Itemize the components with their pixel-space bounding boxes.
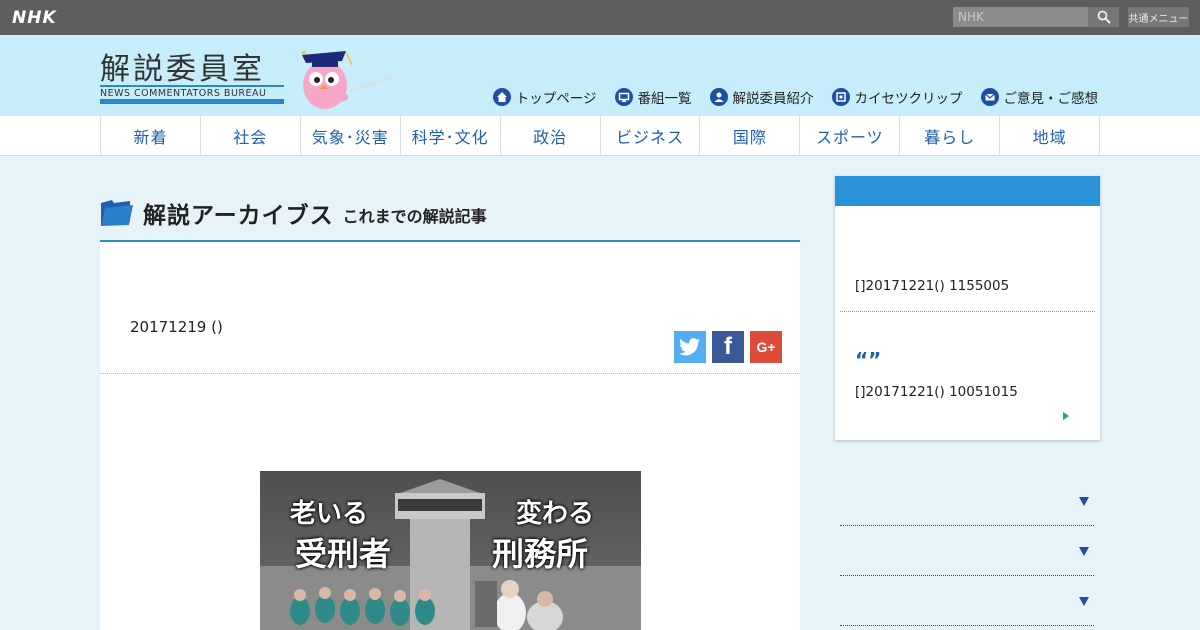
folder-icon — [101, 200, 133, 226]
image-caption-right-bottom: 刑務所 — [492, 535, 589, 573]
nav-commentators[interactable]: 解説委員紹介 — [709, 87, 814, 107]
mail-icon — [980, 88, 999, 106]
subtitle-bar — [100, 99, 284, 104]
accordion-row[interactable] — [840, 576, 1094, 626]
site-header: 解説委員室 NEWS COMMENTATORS BUREAU トップページ 番組… — [0, 35, 1200, 116]
nhk-search-button[interactable] — [1088, 7, 1119, 27]
share-buttons: f G+ — [674, 331, 782, 363]
image-caption-left-bottom: 受刑者 — [295, 535, 392, 573]
film-icon — [831, 88, 850, 106]
nhk-global-bar: NHK 共通メニュー — [0, 0, 1200, 35]
archive-subtitle: これまでの解説記事 — [342, 207, 487, 226]
sidebar-item-meta[interactable]: []20171221() 10051015 — [855, 384, 1018, 400]
facebook-share-button[interactable]: f — [712, 331, 744, 363]
header-nav: トップページ 番組一覧 解説委員紹介 カイセツクリップ ご意見・ご感想 — [492, 87, 1099, 107]
sidebar-item-meta[interactable]: []20171221() 1155005 — [855, 278, 1009, 294]
nav-label: 番組一覧 — [637, 91, 692, 107]
category-tab[interactable]: ビジネス — [601, 116, 701, 156]
category-tab[interactable]: 政治 — [501, 116, 601, 156]
article-divider — [100, 373, 800, 374]
accordion-row[interactable] — [840, 476, 1094, 526]
sidebar-panel: []20171221() 1155005 “” []20171221() 100… — [835, 176, 1100, 440]
category-tab[interactable]: 国際 — [700, 116, 801, 156]
google-plus-icon: G+ — [756, 339, 776, 355]
nav-program-list[interactable]: 番組一覧 — [614, 87, 692, 107]
article-card: 20171219 () f G+ 老いる 受刑者 変わる 刑務所 — [100, 242, 800, 630]
nav-top-page[interactable]: トップページ — [492, 87, 597, 107]
site-title[interactable]: 解説委員室 — [100, 44, 265, 88]
category-tab[interactable]: 社会 — [201, 116, 301, 156]
home-icon — [492, 88, 511, 106]
person-icon — [709, 88, 728, 106]
category-list: 新着 社会 気象･災害 科学･文化 政治 ビジネス 国際 スポーツ 暮らし 地域 — [100, 116, 1101, 156]
nav-label: トップページ — [515, 91, 597, 107]
image-caption-left-top: 老いる — [290, 499, 369, 529]
sidebar-item-title[interactable]: “” — [855, 348, 881, 372]
article-image: 老いる 受刑者 変わる 刑務所 — [260, 471, 641, 630]
chevron-down-icon — [1079, 597, 1089, 606]
category-tab[interactable]: 暮らし — [900, 116, 1001, 156]
google-plus-share-button[interactable]: G+ — [750, 331, 782, 363]
nav-label: カイセツクリップ — [854, 91, 963, 107]
owl-mascot-icon — [302, 51, 393, 109]
category-tab[interactable]: 新着 — [101, 116, 201, 156]
archive-title: 解説アーカイブス — [143, 203, 334, 229]
nav-label: ご意見・ご感想 — [1003, 91, 1099, 107]
nhk-search-input[interactable] — [953, 7, 1088, 27]
article-date: 20171219 () — [130, 318, 223, 336]
category-tab[interactable]: 科学･文化 — [401, 116, 501, 156]
image-caption-right-top: 変わる — [516, 499, 595, 529]
common-menu-button[interactable]: 共通メニュー — [1128, 7, 1189, 27]
nav-kaisetsu-clip[interactable]: カイセツクリップ — [831, 87, 963, 107]
nhk-logo[interactable]: NHK — [12, 8, 57, 28]
nav-label: 解説委員紹介 — [732, 91, 814, 107]
category-tab[interactable]: スポーツ — [800, 116, 901, 156]
facebook-icon: f — [724, 333, 732, 360]
category-tab[interactable]: 気象･災害 — [301, 116, 401, 156]
accordion-row[interactable] — [840, 526, 1094, 576]
chevron-down-icon — [1079, 497, 1089, 506]
chevron-down-icon — [1079, 547, 1089, 556]
category-tab[interactable]: 地域 — [1000, 116, 1101, 156]
twitter-share-button[interactable] — [674, 331, 706, 363]
more-arrow-icon[interactable] — [1063, 412, 1069, 420]
sidebar-header — [835, 176, 1100, 206]
search-icon — [1097, 10, 1111, 24]
category-nav: 新着 社会 気象･災害 科学･文化 政治 ビジネス 国際 スポーツ 暮らし 地域 — [0, 116, 1200, 156]
sidebar-divider — [840, 311, 1095, 312]
twitter-icon — [679, 338, 700, 356]
archive-heading: 解説アーカイブス これまでの解説記事 — [100, 185, 800, 241]
tv-icon — [614, 88, 633, 106]
nav-feedback[interactable]: ご意見・ご感想 — [980, 87, 1099, 107]
